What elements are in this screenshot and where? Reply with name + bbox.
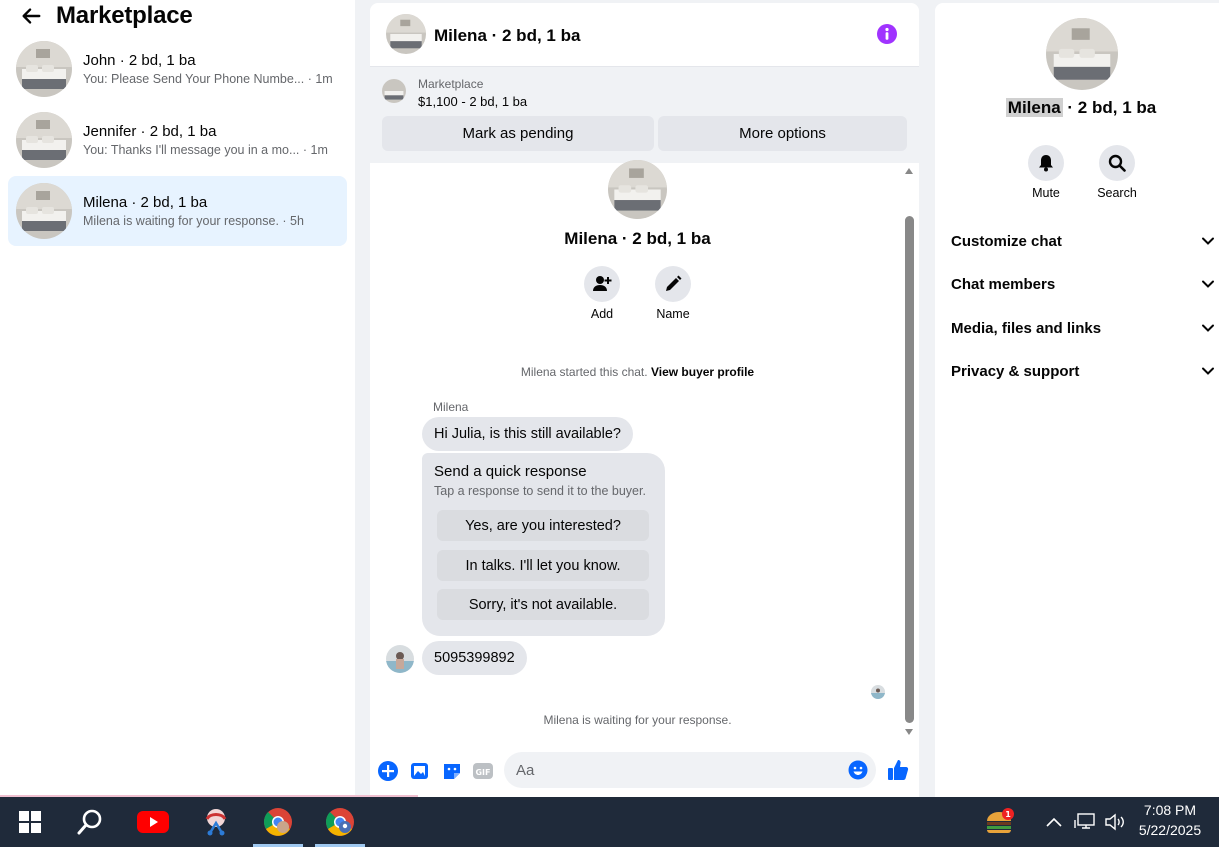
volume-icon[interactable]	[1100, 806, 1130, 838]
details-name: Milena · 2 bd, 1 ba	[935, 98, 1219, 118]
chevron-down-icon	[1202, 367, 1214, 375]
info-icon[interactable]	[877, 24, 897, 44]
listing-thumbnail	[16, 41, 72, 97]
burger-widget-icon[interactable]: 1	[983, 806, 1015, 838]
clock-date[interactable]: 5/22/2025	[1133, 822, 1207, 838]
taskbar-accent-line	[0, 795, 418, 797]
youtube-icon[interactable]	[137, 806, 169, 838]
svg-text:GIF: GIF	[475, 768, 490, 777]
chat-header: Milena · 2 bd, 1 ba	[370, 3, 919, 67]
message-composer: GIF	[370, 738, 919, 797]
plus-circle-icon[interactable]	[377, 760, 399, 782]
chat-started-notice: Milena started this chat. View buyer pro…	[520, 365, 755, 379]
conversation-preview: Milena is waiting for your response. · 5…	[83, 214, 304, 228]
chevron-up-icon[interactable]	[1040, 806, 1068, 838]
chat-title[interactable]: Milena · 2 bd, 1 ba	[434, 26, 580, 46]
chrome-profile-icon-2[interactable]	[324, 806, 356, 838]
search-button[interactable]	[1099, 145, 1135, 181]
notification-badge: 1	[1005, 810, 1011, 819]
chat-details-panel: Milena · 2 bd, 1 ba Mute Search Customiz…	[935, 3, 1219, 797]
mark-as-pending-button[interactable]: Mark as pending	[382, 116, 654, 151]
section-chat-members[interactable]: Chat members	[951, 266, 1215, 302]
section-customize-chat[interactable]: Customize chat	[951, 223, 1215, 259]
windows-start-icon[interactable]	[14, 806, 46, 838]
message-bubble[interactable]: Hi Julia, is this still available?	[422, 417, 633, 451]
add-label: Add	[590, 307, 614, 321]
quick-response-yes-button[interactable]: Yes, are you interested?	[437, 510, 649, 541]
message-thread: Milena · 2 bd, 1 ba Add Name Milena star…	[370, 160, 919, 738]
message-bubble-phone[interactable]: 5095399892	[422, 641, 527, 675]
search-icon[interactable]	[74, 806, 106, 838]
more-options-button[interactable]: More options	[658, 116, 907, 151]
mute-button[interactable]	[1028, 145, 1064, 181]
sidebar-title: Marketplace	[56, 2, 193, 29]
add-member-button[interactable]	[584, 266, 620, 302]
conversation-name: John · 2 bd, 1 ba	[83, 52, 196, 69]
network-icon[interactable]	[1070, 806, 1100, 838]
chevron-down-icon	[1202, 237, 1214, 245]
listing-thumbnail[interactable]	[382, 79, 406, 103]
quick-response-in-talks-button[interactable]: In talks. I'll let you know.	[437, 550, 649, 581]
details-name-rest: · 2 bd, 1 ba	[1062, 98, 1157, 117]
conversation-preview: You: Thanks I'll message you in a mo... …	[83, 143, 328, 157]
chat-window: Milena · 2 bd, 1 ba Marketplace $1,100 -…	[370, 3, 919, 797]
marketplace-label: Marketplace	[418, 77, 484, 91]
seen-receipt-avatar	[871, 685, 885, 699]
photo-icon[interactable]	[409, 760, 431, 782]
message-input[interactable]	[504, 752, 876, 788]
conversation-item-john[interactable]: John · 2 bd, 1 ba You: Please Send Your …	[8, 34, 347, 104]
conversation-name: Milena · 2 bd, 1 ba	[83, 194, 208, 211]
waiting-notice: Milena is waiting for your response.	[543, 713, 732, 727]
clock-time[interactable]: 7:08 PM	[1135, 802, 1205, 818]
buyer-avatar	[608, 160, 667, 219]
search-icon	[1108, 154, 1126, 172]
conversation-preview: You: Please Send Your Phone Numbe... · 1…	[83, 72, 333, 86]
scrollbar-thumb[interactable]	[905, 216, 914, 723]
name-label: Name	[656, 307, 690, 321]
sticker-icon[interactable]	[441, 760, 463, 782]
bell-icon	[1039, 155, 1053, 172]
snipping-tool-icon[interactable]	[200, 806, 232, 838]
scroll-up-arrow-icon[interactable]	[905, 168, 913, 174]
section-media-files-links[interactable]: Media, files and links	[951, 310, 1215, 346]
quick-response-card: Send a quick response Tap a response to …	[422, 453, 665, 636]
conversation-item-milena[interactable]: Milena · 2 bd, 1 ba Milena is waiting fo…	[8, 176, 347, 246]
back-arrow-icon[interactable]	[20, 5, 42, 27]
buyer-small-avatar[interactable]	[386, 645, 414, 673]
mute-label: Mute	[1032, 186, 1060, 200]
quick-response-subtitle: Tap a response to send it to the buyer.	[434, 484, 646, 498]
conversation-name: Jennifer · 2 bd, 1 ba	[83, 123, 217, 140]
listing-thumbnail	[16, 183, 72, 239]
windows-taskbar: 1 7:08 PM 5/22/2025	[0, 795, 1219, 847]
conversation-item-jennifer[interactable]: Jennifer · 2 bd, 1 ba You: Thanks I'll m…	[8, 105, 347, 175]
view-buyer-profile-link[interactable]: View buyer profile	[651, 365, 754, 379]
emoji-icon[interactable]	[848, 760, 868, 780]
gif-icon[interactable]: GIF	[472, 760, 494, 782]
chat-avatar[interactable]	[386, 14, 426, 54]
pencil-icon	[666, 275, 682, 291]
listing-thumbnail	[16, 112, 72, 168]
section-privacy-support[interactable]: Privacy & support	[951, 353, 1215, 389]
rename-button[interactable]	[655, 266, 691, 302]
quick-response-title: Send a quick response	[434, 463, 587, 480]
chevron-down-icon	[1202, 324, 1214, 332]
marketplace-listing-bar: Marketplace $1,100 - 2 bd, 1 ba Mark as …	[370, 67, 919, 163]
intro-name: Milena · 2 bd, 1 ba	[564, 229, 711, 248]
details-name-highlight: Milena	[1005, 98, 1063, 117]
listing-price[interactable]: $1,100 - 2 bd, 1 ba	[418, 94, 527, 109]
chrome-profile-icon[interactable]	[262, 806, 294, 838]
conversation-sidebar: Marketplace John · 2 bd, 1 ba You: Pleas…	[0, 0, 355, 797]
quick-response-not-available-button[interactable]: Sorry, it's not available.	[437, 589, 649, 620]
sender-name: Milena	[433, 400, 469, 414]
add-person-icon	[593, 276, 612, 291]
details-avatar	[1046, 18, 1118, 90]
thumbs-up-icon[interactable]	[886, 758, 910, 782]
chevron-down-icon	[1202, 280, 1214, 288]
scroll-down-arrow-icon[interactable]	[905, 729, 913, 735]
sidebar-header: Marketplace	[20, 2, 193, 30]
search-label: Search	[1097, 186, 1137, 200]
